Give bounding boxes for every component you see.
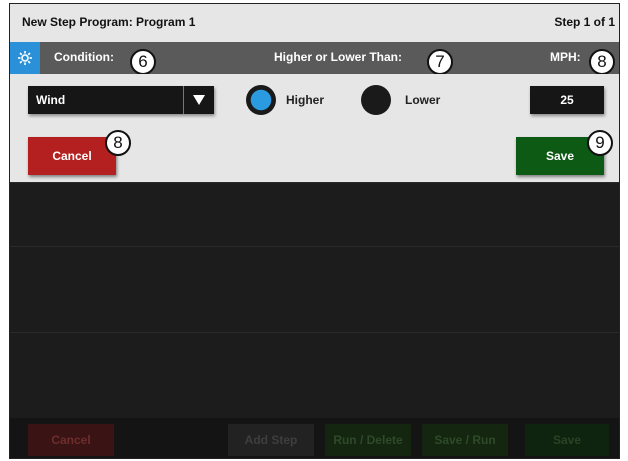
unit-label: MPH:	[550, 50, 581, 64]
program-title: New Step Program: Program 1	[22, 15, 196, 29]
step-row	[10, 246, 619, 333]
higher-radio[interactable]	[246, 85, 276, 115]
callout-badge-cancel: 8	[105, 130, 131, 156]
callout-badge-unit: 8	[589, 49, 615, 75]
higher-label: Higher	[286, 93, 325, 107]
footer-toolbar: Cancel Add Step Run / Delete Save / Run …	[10, 418, 619, 458]
lower-label: Lower	[405, 93, 441, 107]
condition-label: Condition:	[54, 50, 114, 64]
lower-radio[interactable]	[361, 85, 391, 115]
compare-label: Higher or Lower Than:	[274, 50, 403, 64]
chevron-down-icon	[193, 95, 205, 105]
footer-save-button[interactable]: Save	[525, 424, 609, 456]
footer-save-run-button[interactable]: Save / Run	[422, 424, 508, 456]
callout-badge-compare: 7	[427, 49, 453, 75]
footer-add-step-button[interactable]: Add Step	[228, 424, 314, 456]
step-row	[10, 332, 619, 419]
program-editor-window: New Step Program: Program 1 Step 1 of 1 …	[9, 3, 620, 459]
callout-badge-save: 9	[587, 130, 613, 156]
dropdown-toggle[interactable]	[183, 86, 214, 114]
condition-bar: Condition: 6 Higher or Lower Than: 7 MPH…	[10, 42, 619, 75]
footer-run-delete-button[interactable]: Run / Delete	[325, 424, 411, 456]
settings-button[interactable]	[10, 42, 40, 74]
callout-badge-condition: 6	[130, 49, 156, 75]
mph-input[interactable]: 25	[530, 86, 604, 114]
step-row	[10, 182, 619, 247]
step-indicator: Step 1 of 1	[554, 15, 615, 29]
cancel-button[interactable]: Cancel	[28, 137, 116, 175]
gear-icon	[18, 51, 32, 65]
condition-dropdown[interactable]: Wind	[28, 86, 214, 114]
condition-dropdown-value: Wind	[36, 93, 66, 107]
title-bar: New Step Program: Program 1 Step 1 of 1	[10, 4, 619, 42]
footer-cancel-button[interactable]: Cancel	[28, 424, 114, 456]
condition-form: Wind Higher Lower 25 Cancel 8 Save 9	[10, 74, 619, 182]
